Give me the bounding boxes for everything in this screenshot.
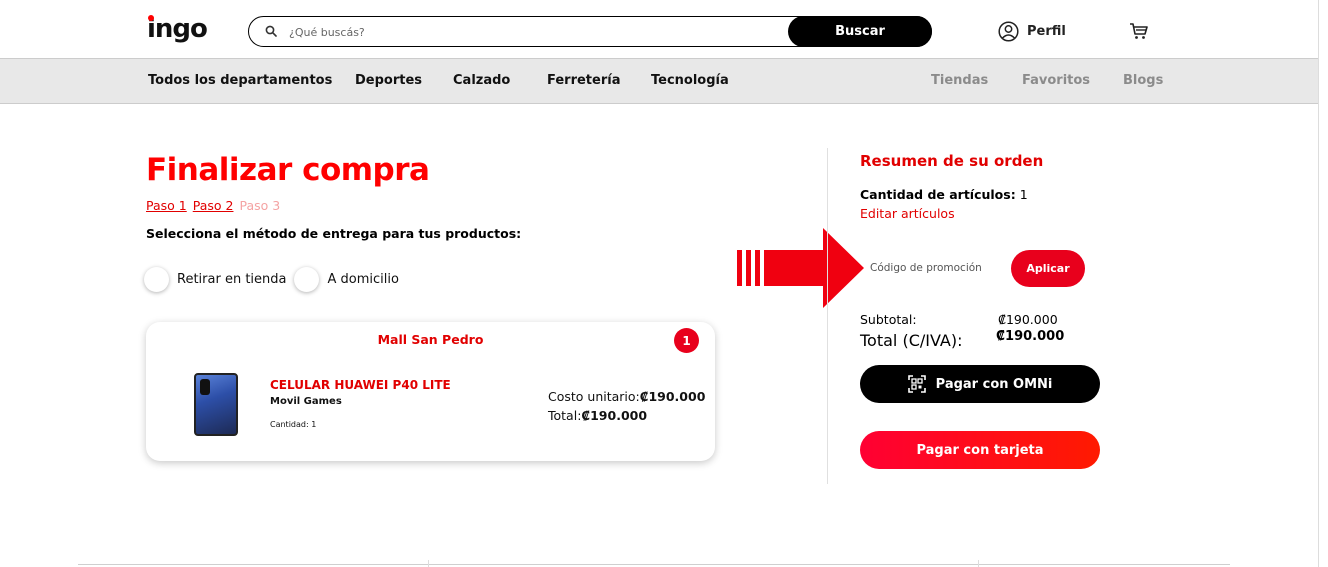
pickup-label[interactable]: Retirar en tienda (177, 272, 286, 287)
page-title: Finalizar compra (146, 152, 430, 188)
nav-item-todos-los-departamentos[interactable]: Todos los departamentos (148, 73, 332, 88)
item-count: Cantidad de artículos: 1 (860, 187, 1028, 202)
window-edge (1318, 0, 1328, 567)
column-divider (827, 148, 828, 484)
subtotal-label: Subtotal: (860, 312, 917, 327)
search-bar: Buscar (248, 16, 932, 47)
home-delivery-radio[interactable] (294, 267, 320, 292)
search-icon (265, 25, 277, 37)
arrow-right-icon (737, 228, 864, 308)
nav-item-calzado[interactable]: Calzado (453, 73, 510, 88)
nav-item-ferreteria[interactable]: Ferretería (547, 73, 620, 88)
ingo-logo[interactable]: ingo (147, 14, 208, 44)
cart-icon[interactable] (1129, 22, 1149, 40)
footer-divider (78, 564, 1230, 565)
step-3-link: Paso 3 (239, 198, 281, 213)
nav-item-tiendas[interactable]: Tiendas (931, 73, 988, 88)
home-delivery-label[interactable]: A domicilio (327, 272, 398, 287)
logo-dot (148, 15, 154, 21)
qr-icon (907, 375, 926, 393)
store-count-badge: 1 (674, 328, 699, 353)
pickup-radio[interactable] (144, 267, 169, 292)
omni-button-label: Pagar con OMNi (935, 376, 1053, 392)
apply-promo-button[interactable]: Aplicar (1011, 250, 1085, 287)
total-price-row: Total:₡190.000 (548, 406, 705, 425)
item-count-label: Cantidad de artículos: (860, 187, 1016, 202)
order-summary-title: Resumen de su orden (860, 152, 1044, 170)
top-header: ingo Buscar Perfil (0, 0, 1318, 58)
total-price-value: ₡190.000 (581, 408, 648, 423)
step-1-link[interactable]: Paso 1 (146, 198, 187, 213)
footer-tick (978, 560, 979, 567)
total-label: Total (C/IVA): (860, 331, 963, 350)
unit-price-value: ₡190.000 (639, 389, 706, 404)
search-button[interactable]: Buscar (788, 16, 932, 47)
subtotal-value: ₡190.000 (998, 312, 1058, 327)
profile-label: Perfil (1027, 23, 1066, 39)
search-input[interactable] (289, 21, 769, 43)
step-2-link[interactable]: Paso 2 (193, 198, 234, 213)
total-price-label: Total: (548, 408, 582, 423)
nav-item-favoritos[interactable]: Favoritos (1022, 73, 1090, 88)
product-image (194, 373, 238, 436)
promo-code-input[interactable] (860, 255, 1000, 281)
camera-module (200, 379, 210, 395)
item-count-value: 1 (1019, 187, 1028, 202)
unit-price-row: Costo unitario:₡190.000 (548, 387, 705, 406)
logo-text: ingo (147, 14, 208, 44)
unit-price-label: Costo unitario: (548, 389, 640, 404)
product-seller: Movil Games (270, 396, 342, 407)
delivery-method-group: Retirar en tienda A domicilio (144, 267, 407, 292)
user-icon (998, 20, 1019, 42)
product-name[interactable]: CELULAR HUAWEI P40 LITE (270, 378, 451, 392)
nav-item-deportes[interactable]: Deportes (355, 73, 422, 88)
product-quantity: Cantidad: 1 (270, 420, 317, 429)
checkout-steps: Paso 1 Paso 2 Paso 3 (146, 198, 286, 213)
category-nav: Todos los departamentos Deportes Calzado… (0, 58, 1318, 104)
store-order-card: Mall San Pedro 1 CELULAR HUAWEI P40 LITE… (146, 322, 715, 461)
total-value: ₡190.000 (996, 329, 1065, 344)
delivery-prompt: Selecciona el método de entrega para tus… (146, 226, 522, 241)
nav-item-blogs[interactable]: Blogs (1123, 73, 1163, 88)
footer-tick (428, 560, 429, 567)
nav-item-tecnologia[interactable]: Tecnología (651, 73, 729, 88)
store-name: Mall San Pedro (377, 332, 484, 347)
edit-items-link[interactable]: Editar artículos (860, 206, 955, 221)
pay-with-card-button[interactable]: Pagar con tarjeta (860, 431, 1100, 469)
profile-link[interactable]: Perfil (998, 20, 1066, 42)
pay-with-omni-button[interactable]: Pagar con OMNi (860, 365, 1100, 403)
product-prices: Costo unitario:₡190.000 Total:₡190.000 (548, 387, 705, 425)
